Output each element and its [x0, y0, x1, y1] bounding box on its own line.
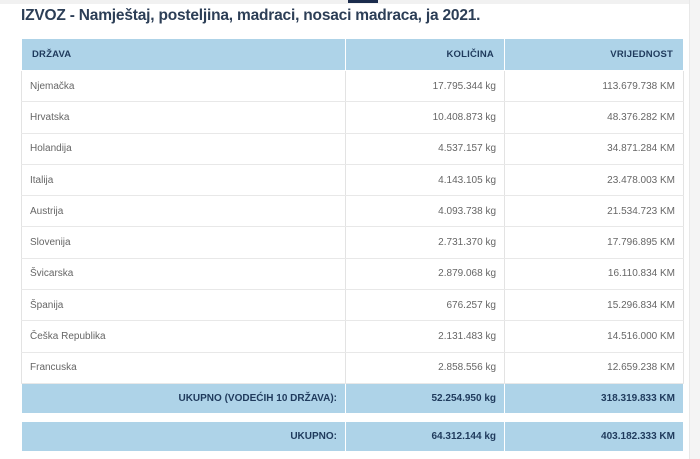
value-cell: 15.296.834 KM	[504, 289, 684, 322]
total-value: 403.182.333 KM	[504, 420, 684, 452]
country-cell: Španija	[21, 289, 346, 322]
column-header-value[interactable]: VRIJEDNOST	[504, 38, 684, 71]
value-cell: 21.534.723 KM	[504, 195, 684, 228]
total-quantity: 64.312.144 kg	[345, 420, 505, 452]
quantity-cell: 4.143.105 kg	[345, 164, 505, 197]
country-cell: Francuska	[21, 352, 346, 384]
country-cell: Holandija	[21, 133, 346, 165]
quantity-cell: 4.093.738 kg	[345, 195, 505, 228]
subtotal-value: 318.319.833 KM	[504, 382, 684, 414]
top-strip	[0, 0, 700, 4]
table-header-row: DRŽAVA KOLIČINA VRIJEDNOST	[21, 38, 684, 71]
country-cell: Slovenija	[21, 226, 346, 259]
table-row: Francuska 2.858.556 kg 12.659.238 KM	[21, 352, 684, 384]
quantity-cell: 2.879.068 kg	[345, 258, 505, 291]
spacer-cell	[21, 413, 346, 422]
quantity-cell: 2.131.483 kg	[345, 320, 505, 353]
table-row: Holandija 4.537.157 kg 34.871.284 KM	[21, 133, 684, 165]
table-row: Češka Republika 2.131.483 kg 14.516.000 …	[21, 320, 684, 353]
country-cell: Italija	[21, 164, 346, 197]
quantity-cell: 2.731.370 kg	[345, 226, 505, 259]
subtotal-row: UKUPNO (VODEĆIH 10 DRŽAVA): 52.254.950 k…	[21, 382, 684, 414]
column-header-country[interactable]: DRŽAVA	[21, 38, 346, 71]
quantity-cell: 2.858.556 kg	[345, 352, 505, 384]
table-row: Austrija 4.093.738 kg 21.534.723 KM	[21, 195, 684, 228]
table-row: Hrvatska 10.408.873 kg 48.376.282 KM	[21, 101, 684, 134]
quantity-cell: 17.795.344 kg	[345, 70, 505, 103]
table-row: Slovenija 2.731.370 kg 17.796.895 KM	[21, 226, 684, 259]
top-strip-mark	[348, 0, 378, 3]
column-header-quantity[interactable]: KOLIČINA	[345, 38, 505, 71]
spacer-cell	[345, 413, 505, 422]
subtotal-quantity: 52.254.950 kg	[345, 382, 505, 414]
country-cell: Češka Republika	[21, 320, 346, 353]
country-cell: Njemačka	[21, 70, 346, 103]
vertical-scrollbar[interactable]	[689, 0, 700, 459]
table-row: Španija 676.257 kg 15.296.834 KM	[21, 289, 684, 322]
table-row: Italija 4.143.105 kg 23.478.003 KM	[21, 164, 684, 197]
table-row: Njemačka 17.795.344 kg 113.679.738 KM	[21, 70, 684, 103]
value-cell: 17.796.895 KM	[504, 226, 684, 259]
value-cell: 48.376.282 KM	[504, 101, 684, 134]
quantity-cell: 676.257 kg	[345, 289, 505, 322]
subtotal-label: UKUPNO (VODEĆIH 10 DRŽAVA):	[21, 382, 346, 414]
page-title: IZVOZ - Namještaj, posteljina, madraci, …	[21, 7, 481, 24]
country-cell: Austrija	[21, 195, 346, 228]
total-label: UKUPNO:	[21, 420, 346, 452]
value-cell: 12.659.238 KM	[504, 352, 684, 384]
value-cell: 113.679.738 KM	[504, 70, 684, 103]
table-row: Švicarska 2.879.068 kg 16.110.834 KM	[21, 258, 684, 291]
total-row: UKUPNO: 64.312.144 kg 403.182.333 KM	[21, 420, 684, 452]
value-cell: 16.110.834 KM	[504, 258, 684, 291]
country-cell: Hrvatska	[21, 101, 346, 134]
export-table: DRŽAVA KOLIČINA VRIJEDNOST Njemačka 17.7…	[21, 38, 684, 452]
quantity-cell: 4.537.157 kg	[345, 133, 505, 165]
row-spacer	[21, 413, 684, 422]
country-cell: Švicarska	[21, 258, 346, 291]
value-cell: 14.516.000 KM	[504, 320, 684, 353]
value-cell: 34.871.284 KM	[504, 133, 684, 165]
quantity-cell: 10.408.873 kg	[345, 101, 505, 134]
value-cell: 23.478.003 KM	[504, 164, 684, 197]
spacer-cell	[504, 413, 684, 422]
